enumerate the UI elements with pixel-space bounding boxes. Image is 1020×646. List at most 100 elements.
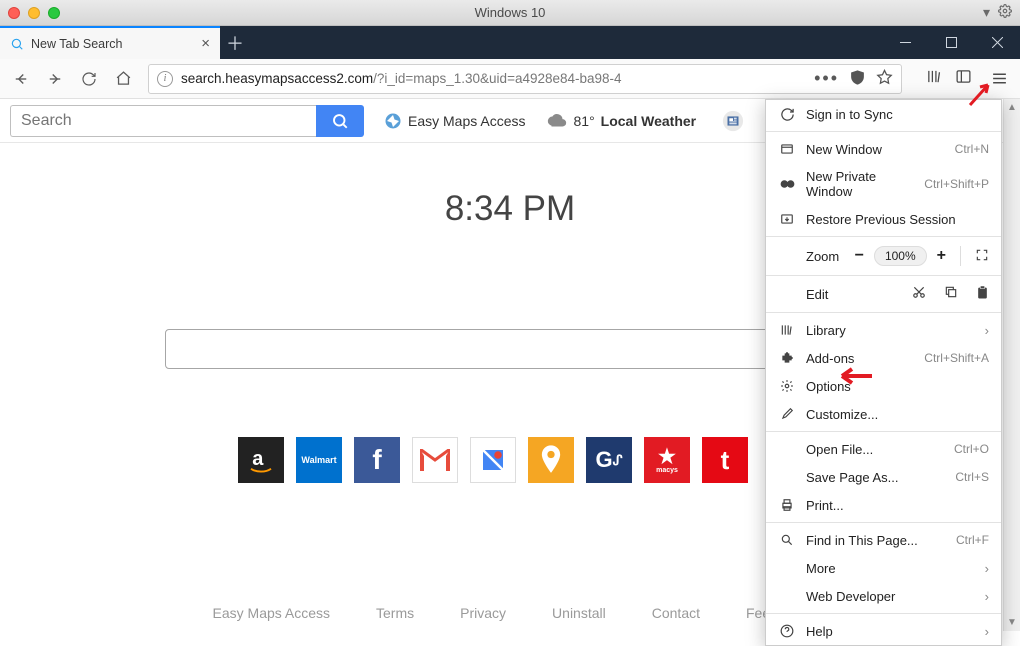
menu-new-private-window[interactable]: New Private Window Ctrl+Shift+P [766, 163, 1001, 205]
reload-button[interactable] [74, 64, 104, 94]
chevron-right-icon: › [985, 561, 989, 576]
home-button[interactable] [108, 64, 138, 94]
menu-new-window[interactable]: New Window Ctrl+N [766, 135, 1001, 163]
tile-walmart[interactable]: Walmart [296, 437, 342, 483]
back-button[interactable] [6, 64, 36, 94]
menu-open-file[interactable]: Open File... Ctrl+O [766, 435, 1001, 463]
page-search-button[interactable] [316, 105, 364, 137]
chevron-right-icon: › [985, 624, 989, 639]
search-icon [10, 37, 24, 51]
menu-shortcut: Ctrl+O [954, 442, 989, 456]
url-bar[interactable]: i search.heasymapsaccess2.com/?i_id=maps… [148, 64, 902, 94]
menu-sign-in-sync[interactable]: Sign in to Sync [766, 100, 1001, 128]
menu-label: Options [806, 379, 989, 394]
menu-options[interactable]: Options [766, 372, 1001, 400]
tile-gmail[interactable] [412, 437, 458, 483]
close-button[interactable] [974, 26, 1020, 59]
menu-shortcut: Ctrl+N [955, 142, 989, 156]
menu-customize[interactable]: Customize... [766, 400, 1001, 428]
tab-title: New Tab Search [31, 37, 123, 51]
zoom-label: Zoom [806, 249, 839, 264]
puzzle-icon [778, 350, 796, 366]
edit-label: Edit [806, 287, 828, 302]
footer-link[interactable]: Easy Maps Access [213, 605, 331, 621]
footer-link[interactable]: Contact [652, 605, 700, 621]
menu-shortcut: Ctrl+F [956, 533, 989, 547]
vertical-scrollbar[interactable]: ▲ ▼ [1003, 99, 1020, 631]
page-search-input[interactable] [10, 105, 316, 137]
menu-label: Open File... [806, 442, 954, 457]
menu-label: New Window [806, 142, 955, 157]
chevron-right-icon: › [985, 323, 989, 338]
help-icon [778, 623, 796, 639]
menu-label: Customize... [806, 407, 989, 422]
menu-label: Add-ons [806, 351, 924, 366]
paste-button[interactable] [976, 285, 989, 303]
new-tab-button[interactable]: ＋ [220, 26, 250, 59]
brush-icon [778, 406, 796, 422]
weather-link[interactable]: 81° Local Weather [546, 113, 697, 129]
news-link[interactable] [722, 110, 744, 132]
gear-icon [778, 378, 796, 394]
scroll-up-arrow[interactable]: ▲ [1004, 99, 1020, 116]
macos-titlebar: Windows 10 ▾ [0, 0, 1020, 26]
cut-button[interactable] [912, 285, 926, 303]
menu-addons[interactable]: Add-ons Ctrl+Shift+A [766, 344, 1001, 372]
pocket-icon[interactable] [849, 69, 866, 89]
window-icon [778, 141, 796, 157]
menu-web-developer[interactable]: Web Developer › [766, 582, 1001, 610]
footer-link[interactable]: Terms [376, 605, 414, 621]
easy-maps-link[interactable]: Easy Maps Access [384, 112, 526, 130]
tile-amazon[interactable]: a [238, 437, 284, 483]
zoom-value[interactable]: 100% [874, 246, 927, 266]
library-icon[interactable] [926, 68, 943, 90]
tile-target[interactable]: t [702, 437, 748, 483]
zoom-in-button[interactable]: + [937, 247, 946, 265]
news-icon [722, 110, 744, 132]
window-title: Windows 10 [0, 5, 1020, 20]
tile-macys[interactable]: ★macys [644, 437, 690, 483]
menu-shortcut: Ctrl+Shift+A [924, 351, 989, 365]
scroll-down-arrow[interactable]: ▼ [1004, 614, 1020, 631]
fullscreen-button[interactable] [975, 248, 989, 265]
copy-button[interactable] [944, 285, 958, 303]
main-search-input[interactable] [165, 329, 855, 369]
menu-restore-session[interactable]: Restore Previous Session [766, 205, 1001, 233]
nav-toolbar: i search.heasymapsaccess2.com/?i_id=maps… [0, 59, 1020, 99]
printer-icon [778, 497, 796, 513]
tile-google-maps[interactable] [470, 437, 516, 483]
page-actions-icon[interactable]: ••• [814, 68, 839, 89]
footer-link[interactable]: Privacy [460, 605, 506, 621]
minimize-button[interactable] [882, 26, 928, 59]
bookmark-star-icon[interactable] [876, 69, 893, 89]
site-info-icon[interactable]: i [157, 71, 173, 87]
menu-label: Save Page As... [806, 470, 955, 485]
tab-new-tab-search[interactable]: New Tab Search × [0, 26, 220, 59]
menu-save-as[interactable]: Save Page As... Ctrl+S [766, 463, 1001, 491]
close-tab-button[interactable]: × [201, 35, 210, 52]
menu-label: New Private Window [806, 169, 924, 199]
menu-label: Print... [806, 498, 989, 513]
menu-library[interactable]: Library › [766, 316, 1001, 344]
tab-strip: New Tab Search × ＋ [0, 26, 1020, 59]
menu-label: Restore Previous Session [806, 212, 989, 227]
tile-facebook[interactable]: f [354, 437, 400, 483]
tile-gas[interactable]: Gᔑ [586, 437, 632, 483]
zoom-out-button[interactable]: − [855, 247, 864, 265]
tile-maps-pin[interactable] [528, 437, 574, 483]
menu-help[interactable]: Help › [766, 617, 1001, 645]
menu-zoom-row: Zoom − 100% + [766, 240, 1001, 272]
menu-find[interactable]: Find in This Page... Ctrl+F [766, 526, 1001, 554]
sidebar-icon[interactable] [955, 68, 972, 90]
menu-label: Library [806, 323, 985, 338]
maximize-button[interactable] [928, 26, 974, 59]
chevron-right-icon: › [985, 589, 989, 604]
search-icon [778, 532, 796, 548]
footer-link[interactable]: Uninstall [552, 605, 606, 621]
forward-button[interactable] [40, 64, 70, 94]
menu-more[interactable]: More › [766, 554, 1001, 582]
menu-edit-row: Edit [766, 279, 1001, 309]
app-menu-button[interactable] [984, 64, 1014, 94]
menu-shortcut: Ctrl+S [955, 470, 989, 484]
menu-print[interactable]: Print... [766, 491, 1001, 519]
